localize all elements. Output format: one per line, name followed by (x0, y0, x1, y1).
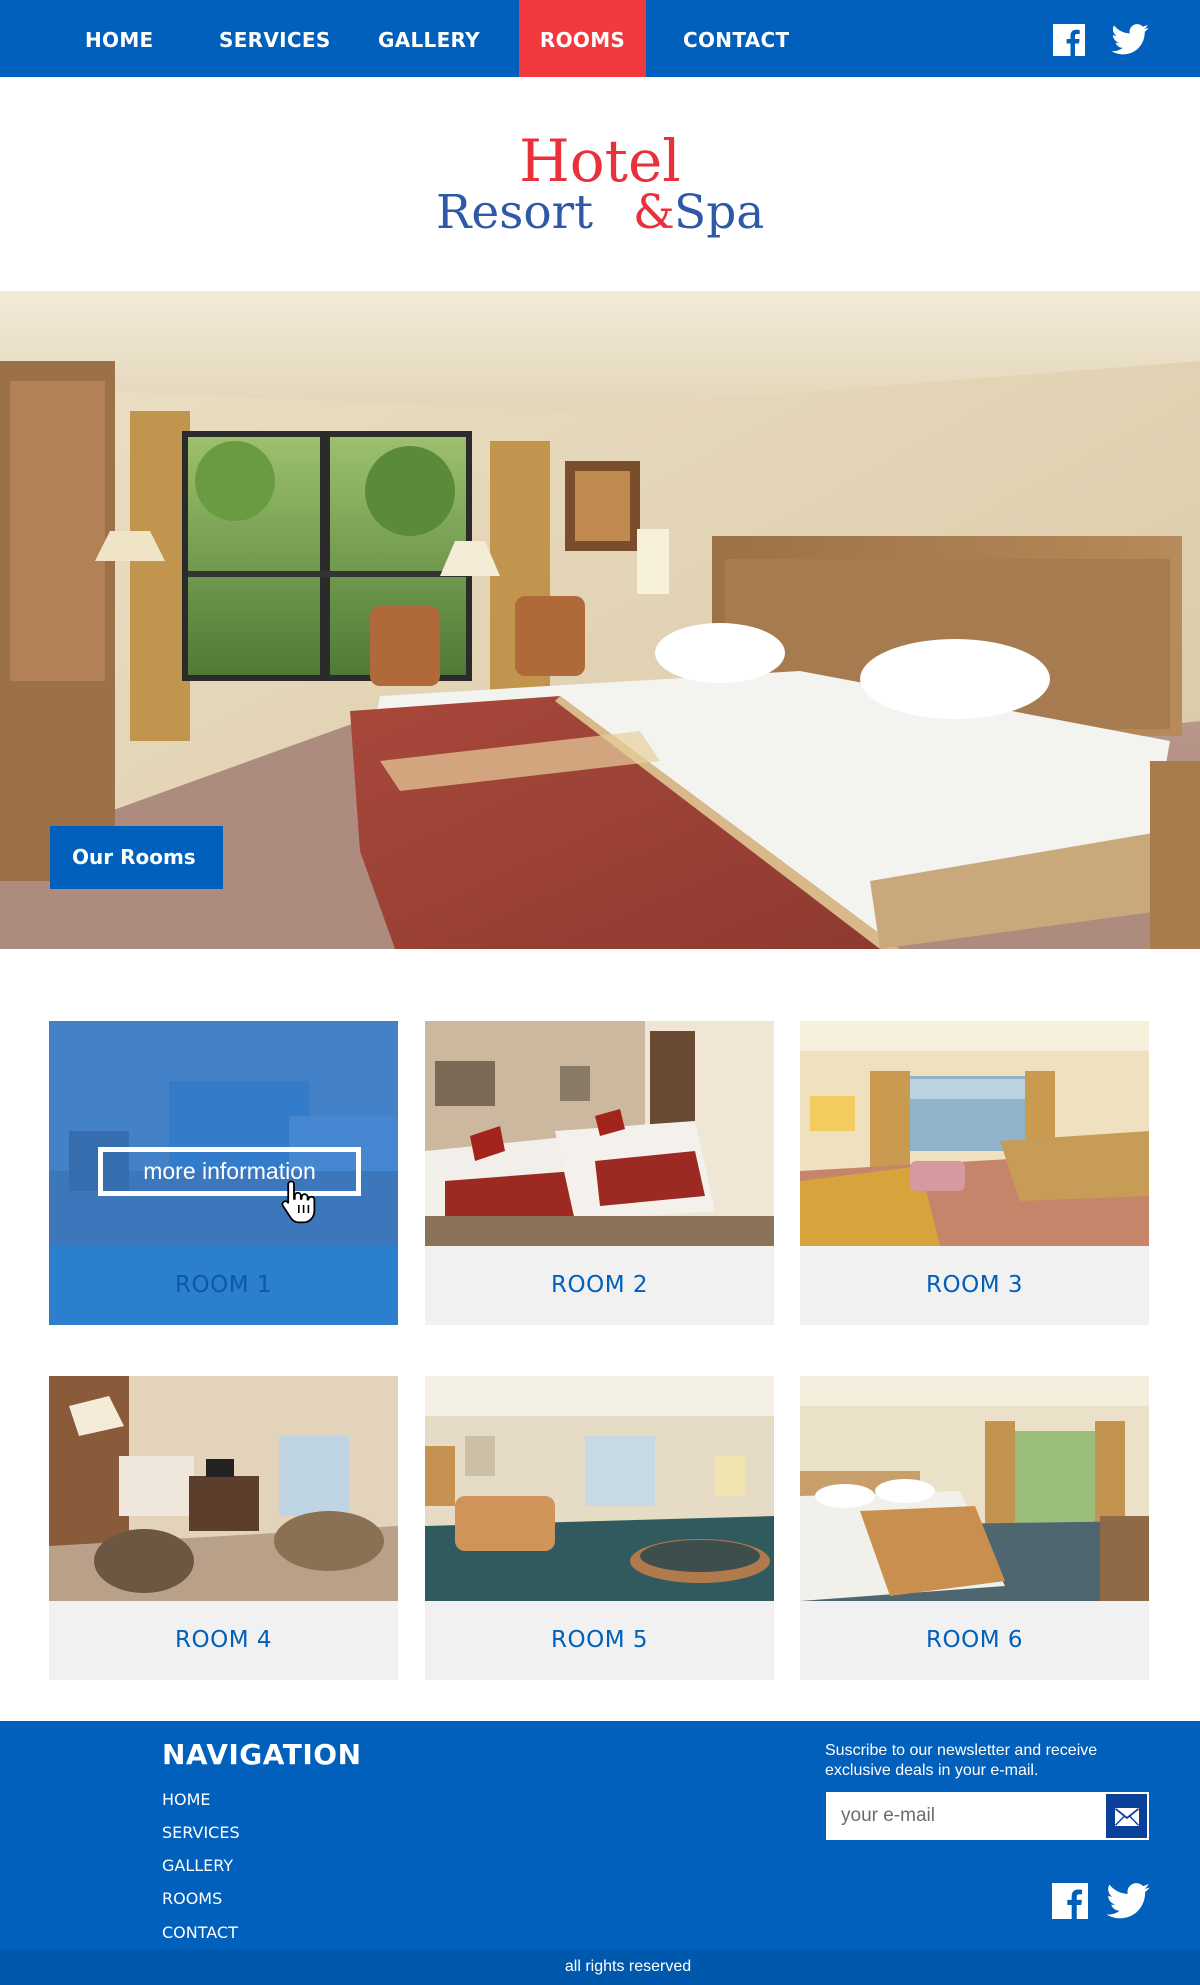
room-card-3[interactable]: ROOM 3 (800, 1021, 1149, 1325)
footer-link-services[interactable]: SERVICES (162, 1823, 240, 1842)
room-card-5[interactable]: ROOM 5 (425, 1376, 774, 1680)
room-card-2[interactable]: ROOM 2 (425, 1021, 774, 1325)
room-label-4: ROOM 4 (49, 1601, 398, 1680)
logo-spa-text: Spa (674, 185, 764, 239)
facebook-icon[interactable] (1052, 1883, 1088, 1919)
copyright-text: all rights reserved (564, 1958, 692, 1975)
footer-link-contact[interactable]: CONTACT (162, 1923, 238, 1942)
footer-nav-title: NAVIGATION (162, 1738, 362, 1771)
footer-bottom-bar: all rights reserved (0, 1949, 1200, 1985)
room-label-1: ROOM 1 (49, 1246, 398, 1325)
brand-logo-area: Hotel Resort & Spa (0, 77, 1200, 291)
footer-link-home[interactable]: HOME (162, 1790, 211, 1809)
email-field[interactable] (826, 1792, 1106, 1840)
footer-link-rooms[interactable]: ROOMS (162, 1889, 222, 1908)
hand-cursor-icon (281, 1180, 316, 1224)
room-label-6: ROOM 6 (800, 1601, 1149, 1680)
hero-banner: Our Rooms (0, 291, 1200, 949)
twitter-icon[interactable] (1111, 24, 1149, 55)
room-label-5: ROOM 5 (425, 1601, 774, 1680)
more-information-button[interactable]: more information (98, 1147, 361, 1196)
room-image-6 (800, 1376, 1149, 1601)
brand-logo[interactable]: Hotel Resort & Spa (430, 129, 770, 239)
nav-services[interactable]: SERVICES (219, 0, 331, 77)
room-image-5 (425, 1376, 774, 1601)
room-image-3 (800, 1021, 1149, 1246)
subscribe-button[interactable] (1106, 1792, 1149, 1840)
envelope-icon (1115, 1808, 1139, 1826)
room-card-6[interactable]: ROOM 6 (800, 1376, 1149, 1680)
logo-ampersand-text: & (633, 185, 675, 239)
footer: NAVIGATION HOME SERVICES GALLERY ROOMS C… (0, 1721, 1200, 1985)
facebook-icon[interactable] (1053, 24, 1085, 56)
room-label-3: ROOM 3 (800, 1246, 1149, 1325)
newsletter-text: Suscribe to our newsletter and receive e… (825, 1742, 1098, 1779)
nav-gallery[interactable]: GALLERY (378, 0, 480, 77)
room-label-2: ROOM 2 (425, 1246, 774, 1325)
footer-link-gallery[interactable]: GALLERY (162, 1856, 233, 1875)
nav-home[interactable]: HOME (85, 0, 154, 77)
twitter-icon[interactable] (1106, 1883, 1150, 1919)
room-image-1: more information (49, 1021, 398, 1246)
room-card-4[interactable]: ROOM 4 (49, 1376, 398, 1680)
logo-resort-text: Resort (436, 185, 593, 239)
nav-rooms[interactable]: ROOMS (519, 0, 646, 77)
nav-contact[interactable]: CONTACT (683, 0, 789, 77)
room-hover-overlay (49, 1021, 398, 1246)
our-rooms-badge[interactable]: Our Rooms (50, 826, 223, 889)
room-card-1[interactable]: more information ROOM 1 (49, 1021, 398, 1325)
room-image-2 (425, 1021, 774, 1246)
room-image-4 (49, 1376, 398, 1601)
top-navigation: HOME SERVICES GALLERY ROOMS CONTACT (0, 0, 1200, 77)
